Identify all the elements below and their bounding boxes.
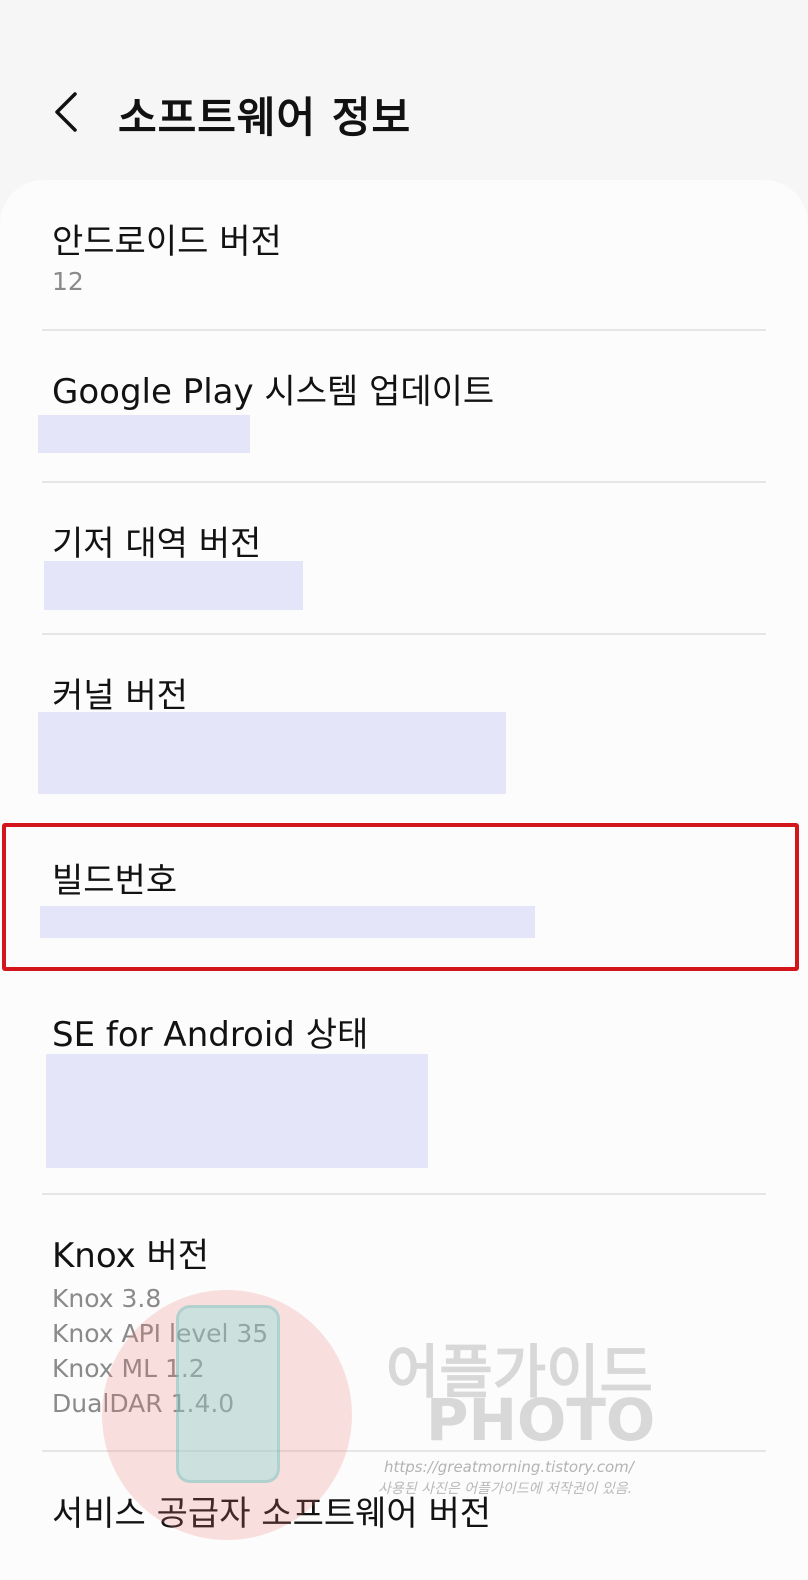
item-title: 안드로이드 버전 [52,222,282,262]
watermark-subtitle: PHOTO [426,1386,656,1454]
app-bar: 소프트웨어 정보 [0,0,808,180]
item-title: SE for Android 상태 [52,1015,369,1055]
divider [42,329,766,331]
knox-line: Knox 3.8 [52,1284,162,1313]
redacted-value [44,561,303,610]
highlight-box [2,823,799,971]
back-button[interactable] [44,88,88,136]
redacted-value [38,415,250,453]
watermark-phone-icon [176,1305,280,1483]
list-item-baseband-version[interactable]: 기저 대역 버전 [0,484,808,634]
list-item-kernel-version[interactable]: 커널 버전 [0,636,808,822]
divider [42,633,766,635]
redacted-value [46,1054,428,1168]
chevron-left-icon [55,92,77,132]
item-title: Google Play 시스템 업데이트 [52,372,495,412]
redacted-value [38,712,506,794]
item-title: 기저 대역 버전 [52,524,262,564]
watermark-url: https://greatmorning.tistory.com/ [384,1458,634,1476]
divider [42,481,766,483]
list-item-android-version[interactable]: 안드로이드 버전 12 [0,196,808,330]
item-title: 커널 버전 [52,676,188,716]
watermark-copyright: 사용된 사진은 어플가이드에 저작권이 있음. [378,1481,633,1497]
list-item-se-android-status[interactable]: SE for Android 상태 [0,975,808,1193]
item-value: 12 [52,267,84,296]
list-item-google-play-update[interactable]: Google Play 시스템 업데이트 [0,332,808,482]
item-title: Knox 버전 [52,1236,210,1276]
page-title: 소프트웨어 정보 [118,93,412,142]
divider [42,1193,766,1195]
